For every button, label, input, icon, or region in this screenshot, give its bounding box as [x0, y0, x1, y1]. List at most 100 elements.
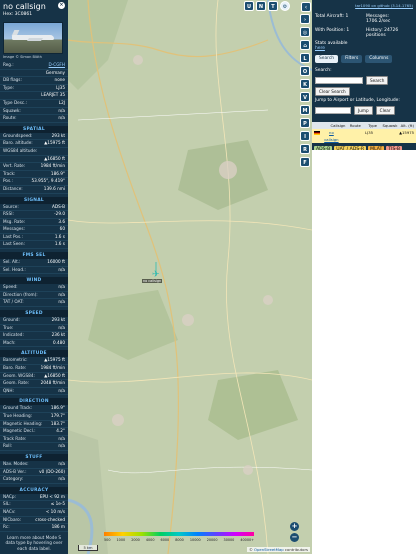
info-value: 179.7°	[50, 412, 65, 418]
map-button-l[interactable]: L	[300, 53, 310, 63]
map-attribution: © OpenStreetMap contributors	[246, 547, 310, 552]
info-value: n/a	[58, 284, 65, 290]
map-button-i[interactable]: I	[300, 131, 310, 141]
legend-label: 40000+	[240, 538, 254, 542]
info-value: 293 kt	[51, 132, 65, 138]
map-button-f[interactable]: F	[300, 157, 310, 167]
map-button-o[interactable]: O	[300, 66, 310, 76]
osm-link[interactable]: OpenStreetMap	[254, 547, 284, 552]
info-row: ▲16850 ft	[0, 156, 68, 164]
map-button-u[interactable]: U	[244, 1, 254, 11]
tab-search[interactable]: Search	[315, 55, 339, 64]
tab-filters[interactable]: Filters	[341, 55, 363, 64]
history-value: positions	[366, 33, 386, 39]
legend-label: 30000	[223, 538, 235, 542]
table-cell[interactable]: no callsign	[322, 129, 341, 143]
search-button[interactable]: Search	[366, 76, 389, 86]
map-button-m[interactable]: M	[300, 105, 310, 115]
info-label: Mach:	[3, 339, 16, 345]
sidebar-header: no callsign Hex: 3C0861 ×	[0, 0, 68, 19]
info-label: Baro. Rate:	[3, 365, 27, 370]
info-label: NACv:	[3, 508, 16, 514]
jump-input[interactable]	[315, 107, 351, 115]
map-view[interactable]: ✈ no callsign U N T ⚙ ‹ › ◎ ⌂ L O K V M P I R F 500 100…	[68, 0, 312, 554]
target-icon[interactable]: ◎	[300, 27, 310, 37]
info-value: L2J	[58, 99, 65, 105]
table-cell: LJ35	[364, 130, 374, 136]
info-row: Sel. Alt.: 16000 ft	[0, 259, 68, 267]
info-row: Magnetic Decl.: 4.2°	[0, 428, 68, 436]
info-label: Ground Track:	[3, 405, 33, 411]
stats-link[interactable]: here	[315, 46, 413, 51]
map-button-k[interactable]: K	[300, 79, 310, 89]
column-header[interactable]: Squawk	[381, 122, 398, 129]
info-row: NACv: < 10 m/s	[0, 509, 68, 517]
info-row: QNH: n/a	[0, 388, 68, 396]
info-label: Geom. WGS84:	[3, 372, 35, 378]
info-row: SIL: ≤ 1e-5	[0, 501, 68, 509]
section-title-wind: WIND	[0, 277, 68, 285]
search-input[interactable]	[315, 77, 363, 85]
column-header[interactable]: Route	[347, 122, 364, 129]
column-header[interactable]	[312, 122, 329, 129]
github-link[interactable]: tar1090 on github (3.14.1765)	[315, 3, 413, 8]
attribution-suffix: contributors	[283, 547, 308, 552]
table-cell	[341, 129, 360, 143]
column-header[interactable]: Type	[364, 122, 381, 129]
zoom-in-button[interactable]: +	[290, 522, 299, 531]
jump-row: Jump Clear	[315, 106, 413, 116]
info-row: Geom. WGS84: ▲16850 ft	[0, 373, 68, 381]
info-row: Vert. Rate: 1984 ft/min	[0, 163, 68, 171]
map-button-n[interactable]: N	[256, 1, 266, 11]
stats-area: tar1090 on github (3.14.1765) Total Airc…	[312, 0, 416, 54]
info-value: 1.6 s	[54, 233, 65, 239]
map-button-v[interactable]: V	[300, 92, 310, 102]
legend-label: 1000	[116, 538, 126, 542]
map-canvas[interactable]	[68, 0, 312, 554]
info-label: Groundspeed:	[3, 132, 33, 138]
info-value[interactable]: D-CGFH	[49, 62, 65, 69]
aircraft-photo[interactable]	[3, 22, 63, 54]
info-label: Track:	[3, 170, 16, 176]
column-header[interactable]: Alt. (ft)	[399, 122, 416, 129]
info-value: LEARJET 35	[41, 92, 65, 98]
info-row: Barometric: ▲15975 ft	[0, 357, 68, 365]
map-button-r[interactable]: R	[300, 144, 310, 154]
map-side-buttons: › ◎ ⌂ L O K V M P I R F	[300, 14, 311, 170]
info-label: Pos.:	[3, 178, 13, 184]
info-value: n/a	[58, 443, 65, 449]
info-row: Direction (from): n/a	[0, 292, 68, 300]
next-icon[interactable]: ›	[300, 14, 310, 24]
info-row: Distance: 139.6 nmi	[0, 186, 68, 194]
photo-wing	[26, 38, 44, 41]
info-label: QNH:	[3, 387, 14, 393]
info-value: 1.6 s	[54, 241, 65, 247]
toggle-panel-button[interactable]: ‹	[301, 2, 311, 12]
zoom-out-button[interactable]: −	[290, 533, 299, 542]
info-sections: SPATIAL Groundspeed: 293 kt Baro. altitude:…	[0, 123, 68, 532]
info-row: NACp: EPU < 92 m	[0, 494, 68, 502]
info-value: n/a	[58, 387, 65, 393]
info-label: Msg. Rate:	[3, 218, 26, 224]
map-button-t[interactable]: T	[268, 1, 278, 11]
clear-search-button[interactable]: Clear Search	[315, 87, 350, 97]
altitude-legend-labels: 500 1000 2000 4000 6000 8000 10000 20000 30000 40…	[104, 538, 254, 542]
aircraft-table: Callsign Route Type Squawk Alt. (ft) no call…	[312, 122, 416, 144]
settings-gear-icon[interactable]: ⚙	[280, 1, 290, 11]
info-value: 186.9°	[50, 405, 65, 411]
jump-clear-button[interactable]: Clear	[375, 106, 395, 116]
table-row[interactable]: no callsign LJ35 ▲15975	[312, 129, 416, 144]
info-value: 1984 ft/min	[40, 365, 65, 370]
jump-button[interactable]: Jump	[354, 106, 373, 116]
map-button-p[interactable]: P	[300, 118, 310, 128]
info-value: ▲16850 ft	[44, 155, 65, 161]
info-row: DB flags: none	[0, 77, 68, 85]
info-label: Sel. Head.:	[3, 266, 26, 272]
home-icon[interactable]: ⌂	[300, 40, 310, 50]
column-header[interactable]: Callsign	[329, 122, 346, 129]
info-value: ≤ 1e-5	[50, 501, 65, 507]
close-icon[interactable]: ×	[58, 2, 65, 9]
tab-columns[interactable]: Columns	[365, 55, 393, 64]
stats-grid: Total Aircraft: 1 Messages: 1706.2/sec Wi…	[315, 14, 413, 39]
info-value: 186 m	[51, 524, 65, 530]
